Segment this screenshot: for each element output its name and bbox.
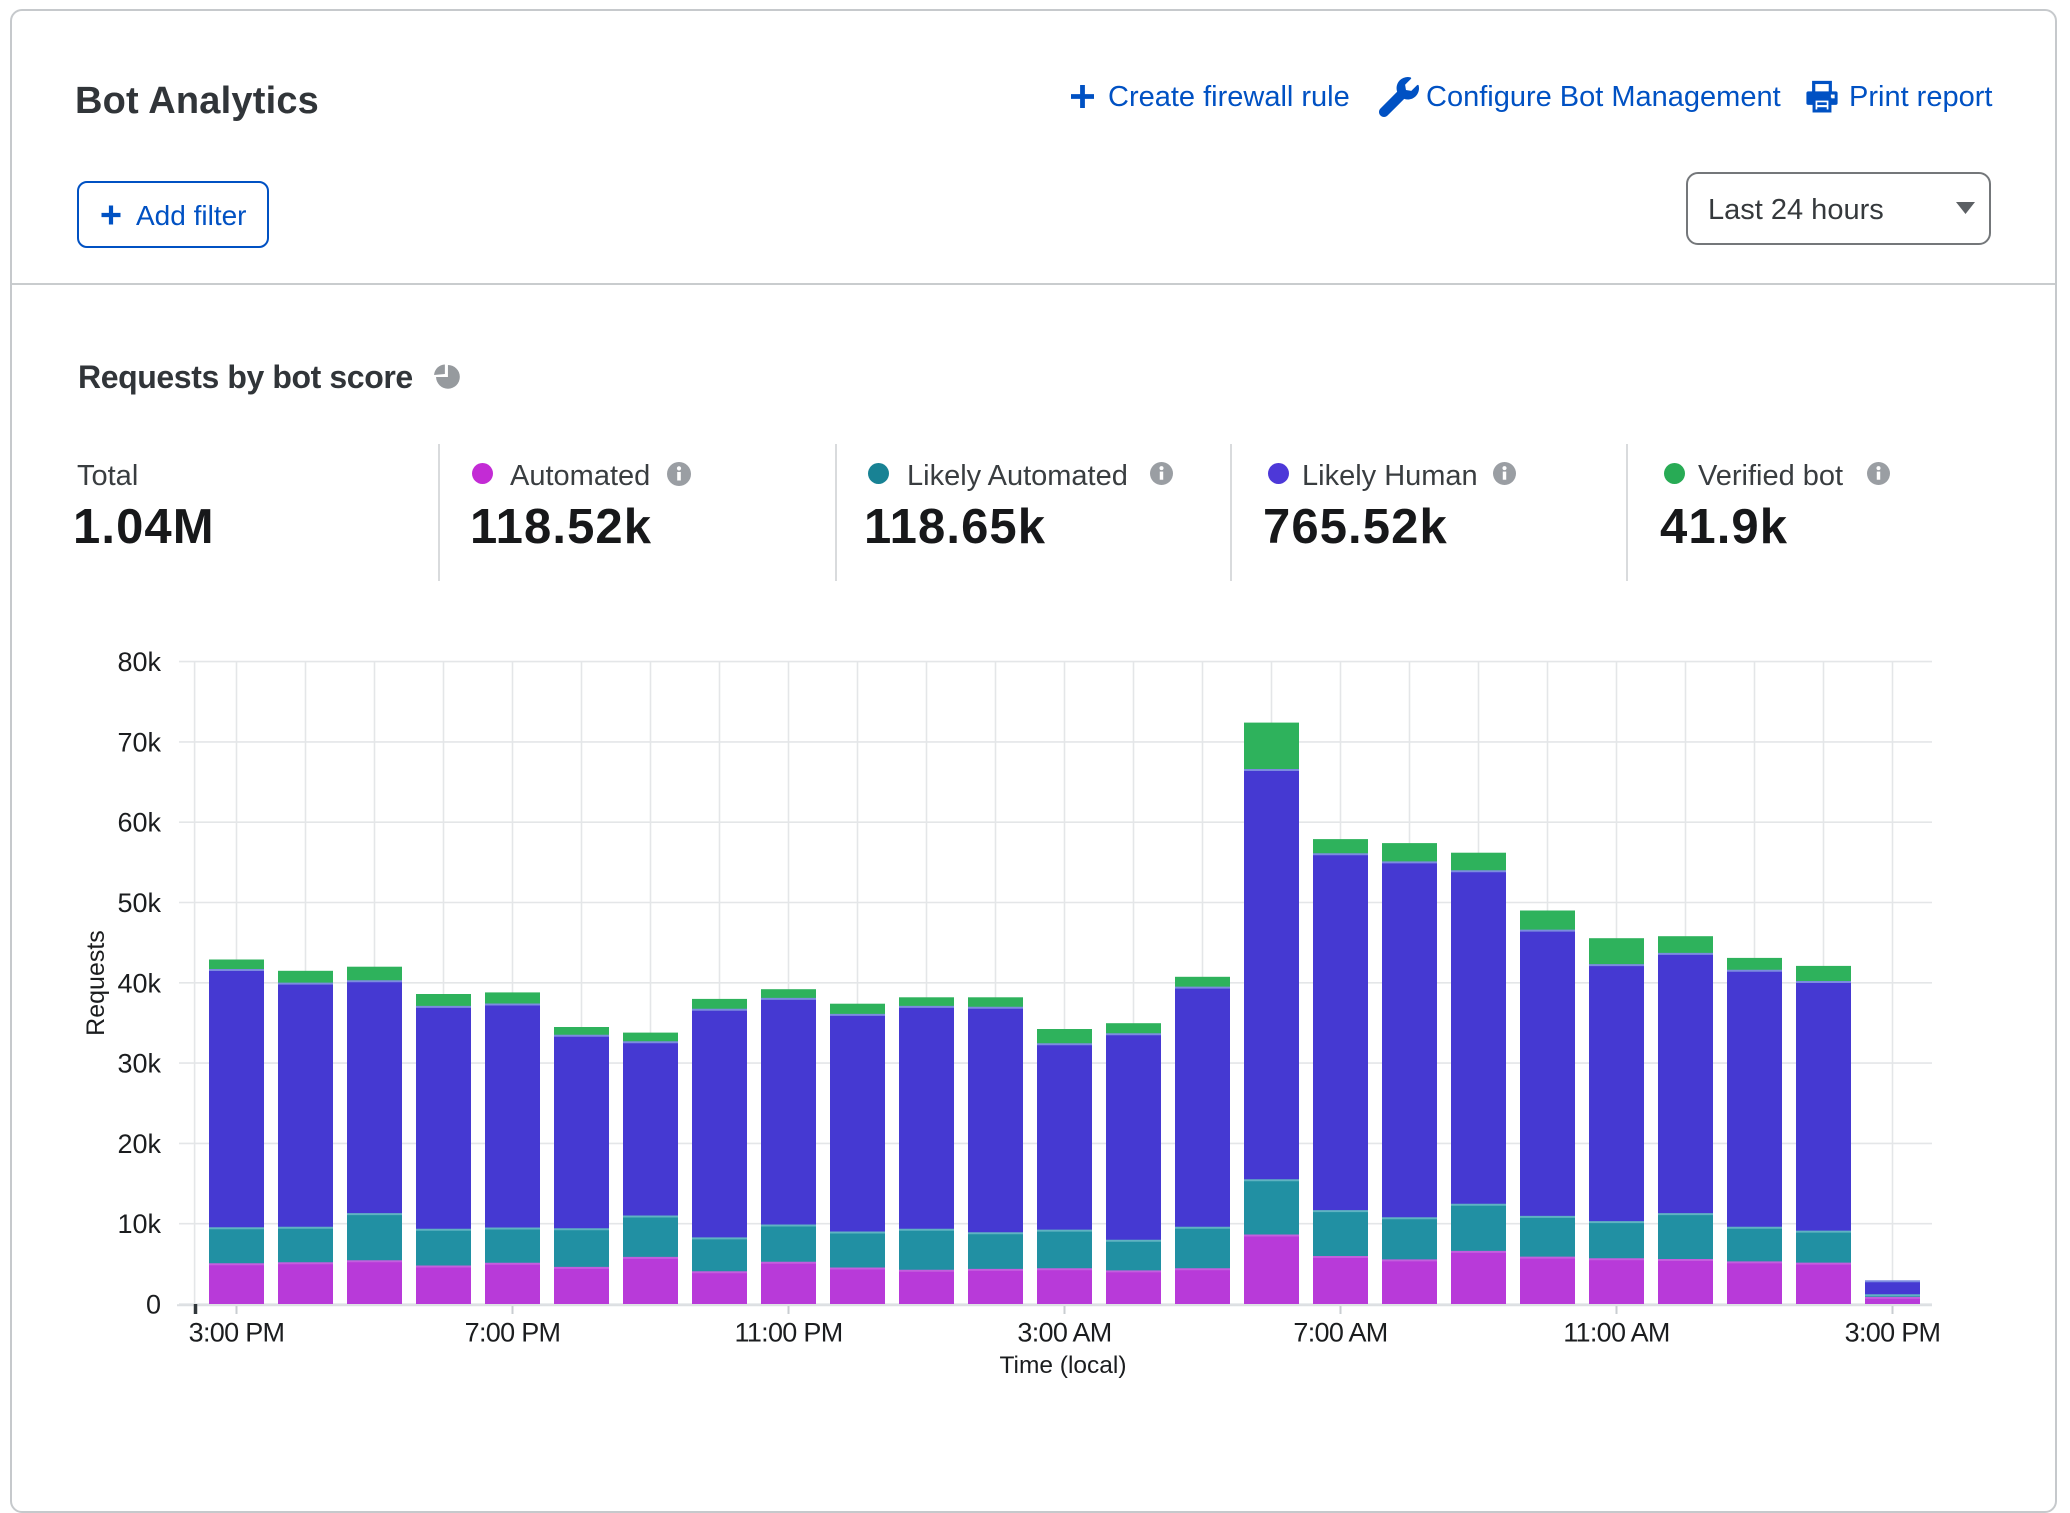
- svg-text:40k: 40k: [117, 968, 161, 998]
- svg-text:20k: 20k: [117, 1129, 161, 1159]
- svg-text:Time (local): Time (local): [999, 1352, 1126, 1379]
- svg-text:60k: 60k: [117, 808, 161, 838]
- svg-text:80k: 80k: [117, 647, 161, 677]
- svg-text:3:00 AM: 3:00 AM: [1017, 1318, 1111, 1348]
- svg-text:30k: 30k: [117, 1049, 161, 1079]
- svg-text:7:00 AM: 7:00 AM: [1293, 1318, 1387, 1348]
- svg-text:3:00 PM: 3:00 PM: [189, 1318, 285, 1348]
- svg-text:Requests: Requests: [82, 930, 110, 1036]
- svg-text:0: 0: [146, 1290, 161, 1320]
- svg-text:50k: 50k: [117, 888, 161, 918]
- svg-text:70k: 70k: [117, 727, 161, 757]
- svg-text:11:00 PM: 11:00 PM: [735, 1318, 843, 1348]
- svg-text:10k: 10k: [117, 1209, 161, 1239]
- svg-text:3:00 PM: 3:00 PM: [1845, 1318, 1941, 1348]
- svg-text:7:00 PM: 7:00 PM: [465, 1318, 561, 1348]
- svg-text:11:00 AM: 11:00 AM: [1563, 1318, 1669, 1348]
